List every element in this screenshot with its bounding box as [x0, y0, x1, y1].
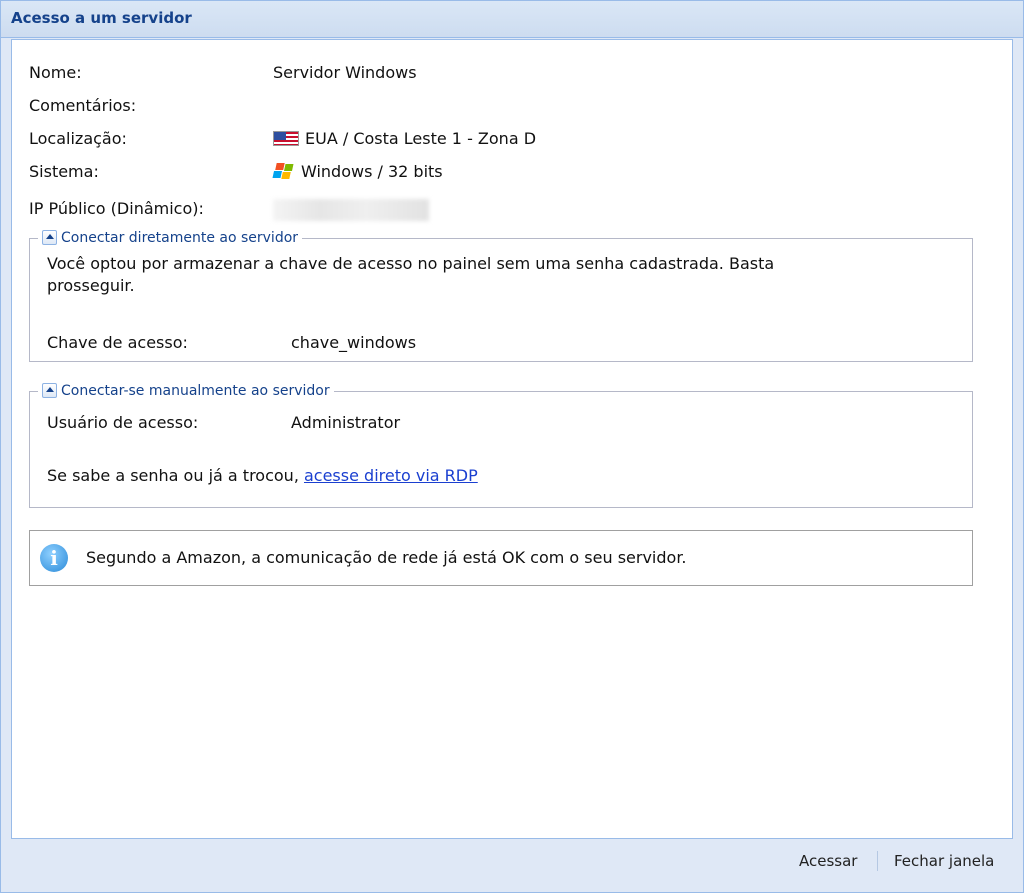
rdp-prefix-text: Se sabe a senha ou já a trocou,	[47, 466, 304, 485]
window-footer: Acessar Fechar janela	[1, 841, 1023, 892]
location-label: Localização:	[29, 129, 127, 148]
system-label: Sistema:	[29, 162, 99, 181]
us-flag-icon	[273, 131, 299, 146]
access-key-label: Chave de acesso:	[47, 333, 188, 352]
rdp-link[interactable]: acesse direto via RDP	[304, 466, 478, 485]
name-label: Nome:	[29, 63, 82, 82]
close-window-button[interactable]: Fechar janela	[894, 851, 994, 871]
collapse-arrow-icon[interactable]	[42, 230, 57, 245]
rdp-line: Se sabe a senha ou já a trocou, acesse d…	[47, 465, 478, 487]
direct-description-line2: prosseguir.	[47, 276, 135, 295]
system-value: Windows / 32 bits	[301, 162, 443, 181]
direct-description-line1: Você optou por armazenar a chave de aces…	[47, 254, 775, 273]
redacted-ip-blur	[273, 198, 429, 221]
direct-connect-legend[interactable]: Conectar diretamente ao servidor	[38, 228, 303, 248]
comments-label: Comentários:	[29, 96, 137, 115]
footer-separator	[877, 851, 878, 871]
window-titlebar[interactable]: Acesso a um servidor	[1, 1, 1023, 38]
manual-connect-fieldset: Conectar-se manualmente ao servidor Usuá…	[29, 381, 973, 508]
direct-connect-fieldset: Conectar diretamente ao servidor Você op…	[29, 228, 973, 362]
info-icon: i	[40, 544, 68, 572]
access-button[interactable]: Acessar	[799, 851, 857, 871]
window-title: Acesso a um servidor	[11, 9, 192, 27]
public-ip-label: IP Público (Dinâmico):	[29, 199, 204, 218]
windows-logo-icon	[271, 162, 297, 180]
access-key-value: chave_windows	[291, 333, 417, 352]
manual-connect-legend-text: Conectar-se manualmente ao servidor	[61, 383, 330, 399]
direct-connect-legend-text: Conectar diretamente ao servidor	[61, 230, 299, 246]
server-access-window: Acesso a um servidor Nome: Servidor Wind…	[0, 0, 1024, 893]
access-user-value: Administrator	[291, 413, 401, 432]
name-value: Servidor Windows	[273, 63, 417, 82]
window-body: Nome: Servidor Windows Comentários: Loca…	[11, 39, 1013, 839]
location-value: EUA / Costa Leste 1 - Zona D	[305, 129, 537, 148]
collapse-arrow-icon[interactable]	[42, 383, 57, 398]
system-value-wrap: Windows / 32 bits	[271, 161, 443, 183]
public-ip-value-redacted	[273, 198, 429, 221]
manual-connect-legend[interactable]: Conectar-se manualmente ao servidor	[38, 381, 334, 401]
info-message-box: i Segundo a Amazon, a comunicação de red…	[29, 530, 973, 586]
info-message-text: Segundo a Amazon, a comunicação de rede …	[86, 548, 687, 567]
location-value-wrap: EUA / Costa Leste 1 - Zona D	[273, 128, 536, 150]
access-user-label: Usuário de acesso:	[47, 413, 199, 432]
